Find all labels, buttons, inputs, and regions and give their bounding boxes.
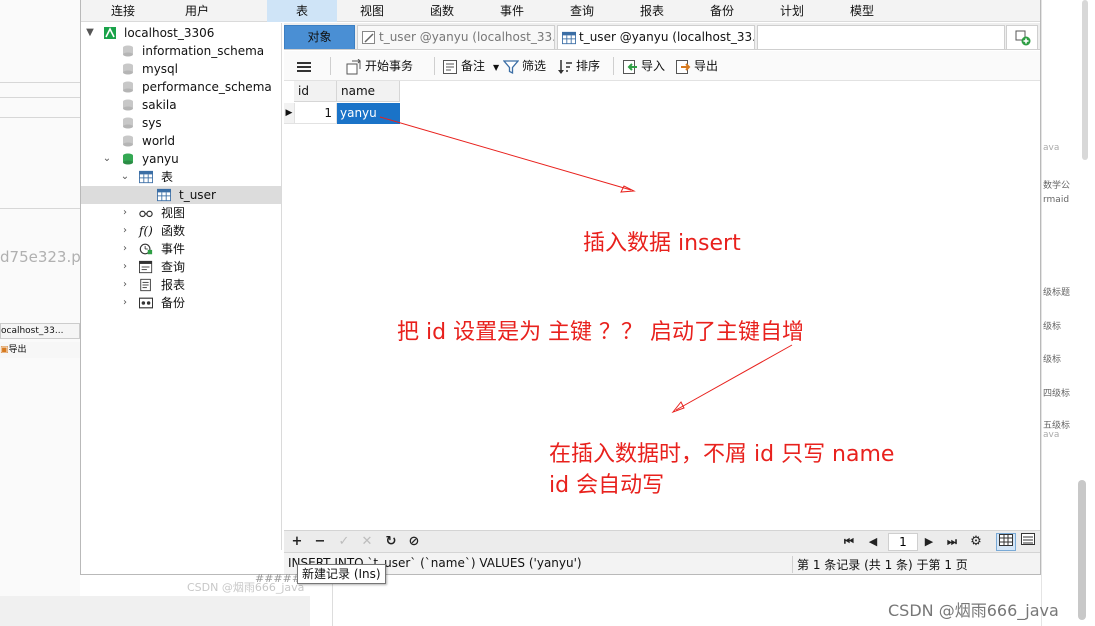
bg-watermark-small: CSDN @烟雨666_java bbox=[187, 581, 305, 594]
annotation-auto-id: id 会自动写 bbox=[549, 473, 665, 498]
red-arrow-1 bbox=[379, 116, 636, 193]
annotation-insert: 插入数据 insert bbox=[583, 231, 741, 256]
new-record-tooltip: 新建记录 (Ins) bbox=[297, 564, 386, 584]
annotation-primary-key: 把 id 设置是为 主键 ？？ 启动了主键自增 bbox=[397, 320, 805, 345]
red-arrow-2 bbox=[671, 344, 793, 414]
csdn-watermark: CSDN @烟雨666_java bbox=[888, 601, 1059, 620]
annotation-no-id: 在插入数据时，不屑 id 只写 name bbox=[549, 442, 895, 467]
annotation-arrows bbox=[379, 116, 793, 414]
